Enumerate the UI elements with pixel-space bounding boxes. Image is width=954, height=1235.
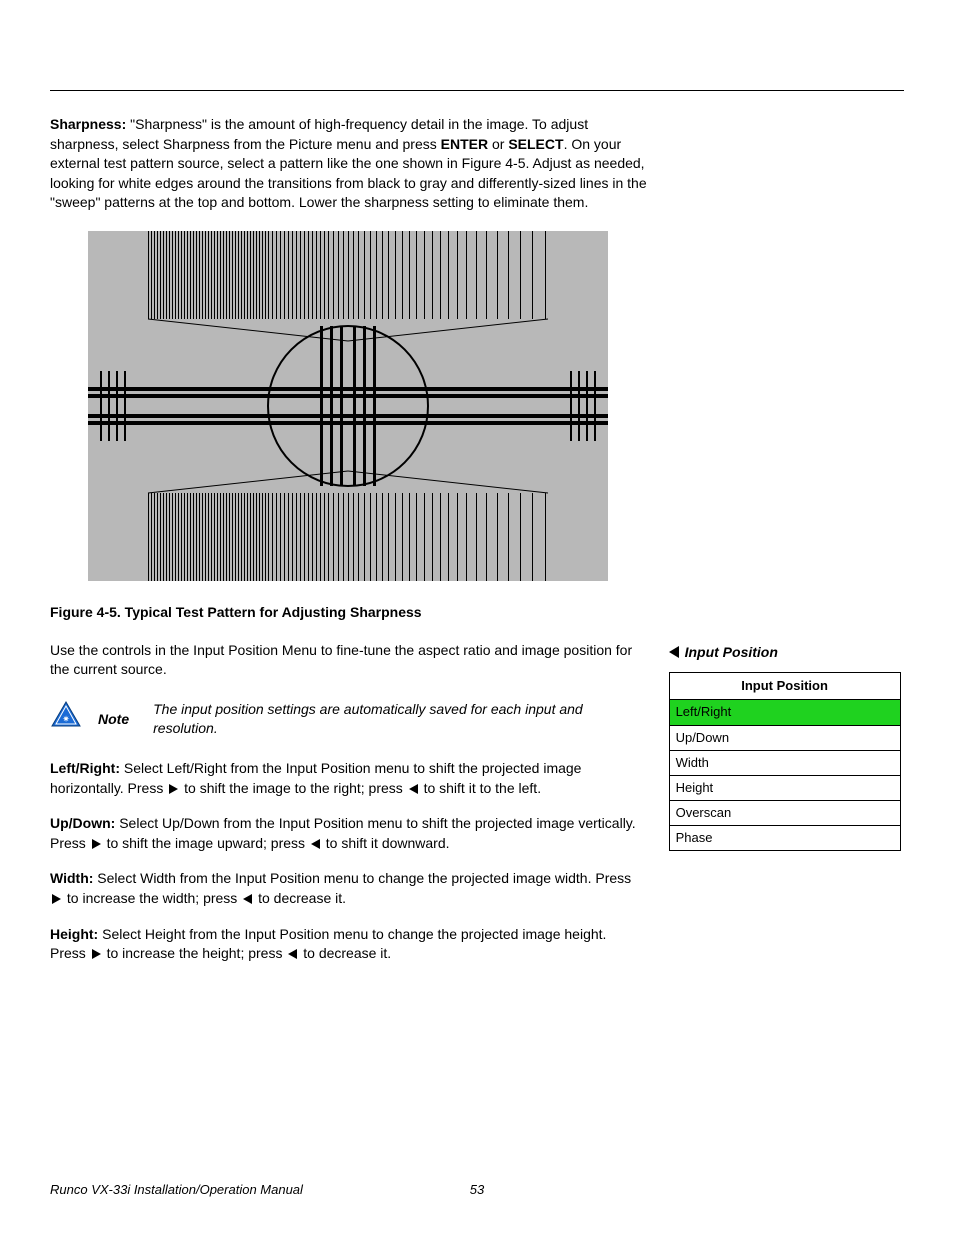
leftright-label: Left/Right: (50, 760, 120, 776)
menu-item: Left/Right (670, 700, 900, 725)
leftright-t3: to shift it to the left. (420, 780, 541, 796)
or-text: or (488, 136, 508, 152)
menu-item: Up/Down (670, 726, 900, 751)
input-position-menu: Input Position Left/RightUp/DownWidthHei… (669, 672, 901, 851)
leftright-t2: to shift the image to the right; press (180, 780, 406, 796)
top-rule (50, 90, 904, 91)
menu-item: Overscan (670, 801, 900, 826)
left-pointer-icon (669, 646, 679, 658)
width-t2: to increase the width; press (63, 890, 241, 906)
updown-t3: to shift it downward. (322, 835, 450, 851)
height-paragraph: Height: Select Height from the Input Pos… (50, 925, 639, 964)
page: Sharpness: "Sharpness" is the amount of … (0, 0, 954, 1235)
menu-item: Height (670, 776, 900, 801)
width-t1: Select Width from the Input Position men… (93, 870, 631, 886)
width-t3: to decrease it. (254, 890, 346, 906)
note-text: The input position settings are automati… (153, 700, 593, 739)
menu-item: Width (670, 751, 900, 776)
left-arrow-icon (409, 784, 418, 794)
select-key: SELECT (508, 136, 563, 152)
input-position-intro: Use the controls in the Input Position M… (50, 641, 639, 680)
left-arrow-icon (243, 894, 252, 904)
updown-label: Up/Down: (50, 815, 115, 831)
right-arrow-icon (169, 784, 178, 794)
footer-page: 53 (50, 1181, 904, 1199)
figure-4-5 (88, 231, 904, 581)
menu-item: Phase (670, 826, 900, 850)
footer: Runco VX-33i Installation/Operation Manu… (50, 1181, 904, 1199)
enter-key: ENTER (441, 136, 488, 152)
left-arrow-icon (311, 839, 320, 849)
sharpness-label: Sharpness: (50, 116, 126, 132)
right-arrow-icon (92, 949, 101, 959)
note-label: Note (98, 710, 129, 730)
svg-text:✷: ✷ (62, 714, 70, 724)
leftright-paragraph: Left/Right: Select Left/Right from the I… (50, 759, 639, 798)
note-triangle-icon: ✷ (50, 700, 82, 728)
figure-caption: Figure 4-5. Typical Test Pattern for Adj… (50, 603, 904, 623)
width-label: Width: (50, 870, 93, 886)
right-arrow-icon (92, 839, 101, 849)
height-t3: to decrease it. (299, 945, 391, 961)
width-paragraph: Width: Select Width from the Input Posit… (50, 869, 639, 908)
right-arrow-icon (52, 894, 61, 904)
updown-t2: to shift the image upward; press (103, 835, 309, 851)
menu-title: Input Position (670, 673, 900, 700)
side-heading: Input Position (669, 643, 904, 663)
height-label: Height: (50, 926, 98, 942)
note-block: ✷ Note The input position settings are a… (50, 700, 639, 739)
side-heading-text: Input Position (685, 643, 778, 663)
sharpness-paragraph: Sharpness: "Sharpness" is the amount of … (50, 115, 660, 213)
height-t2: to increase the height; press (103, 945, 287, 961)
test-pattern-svg (88, 231, 608, 581)
left-arrow-icon (288, 949, 297, 959)
updown-paragraph: Up/Down: Select Up/Down from the Input P… (50, 814, 639, 853)
